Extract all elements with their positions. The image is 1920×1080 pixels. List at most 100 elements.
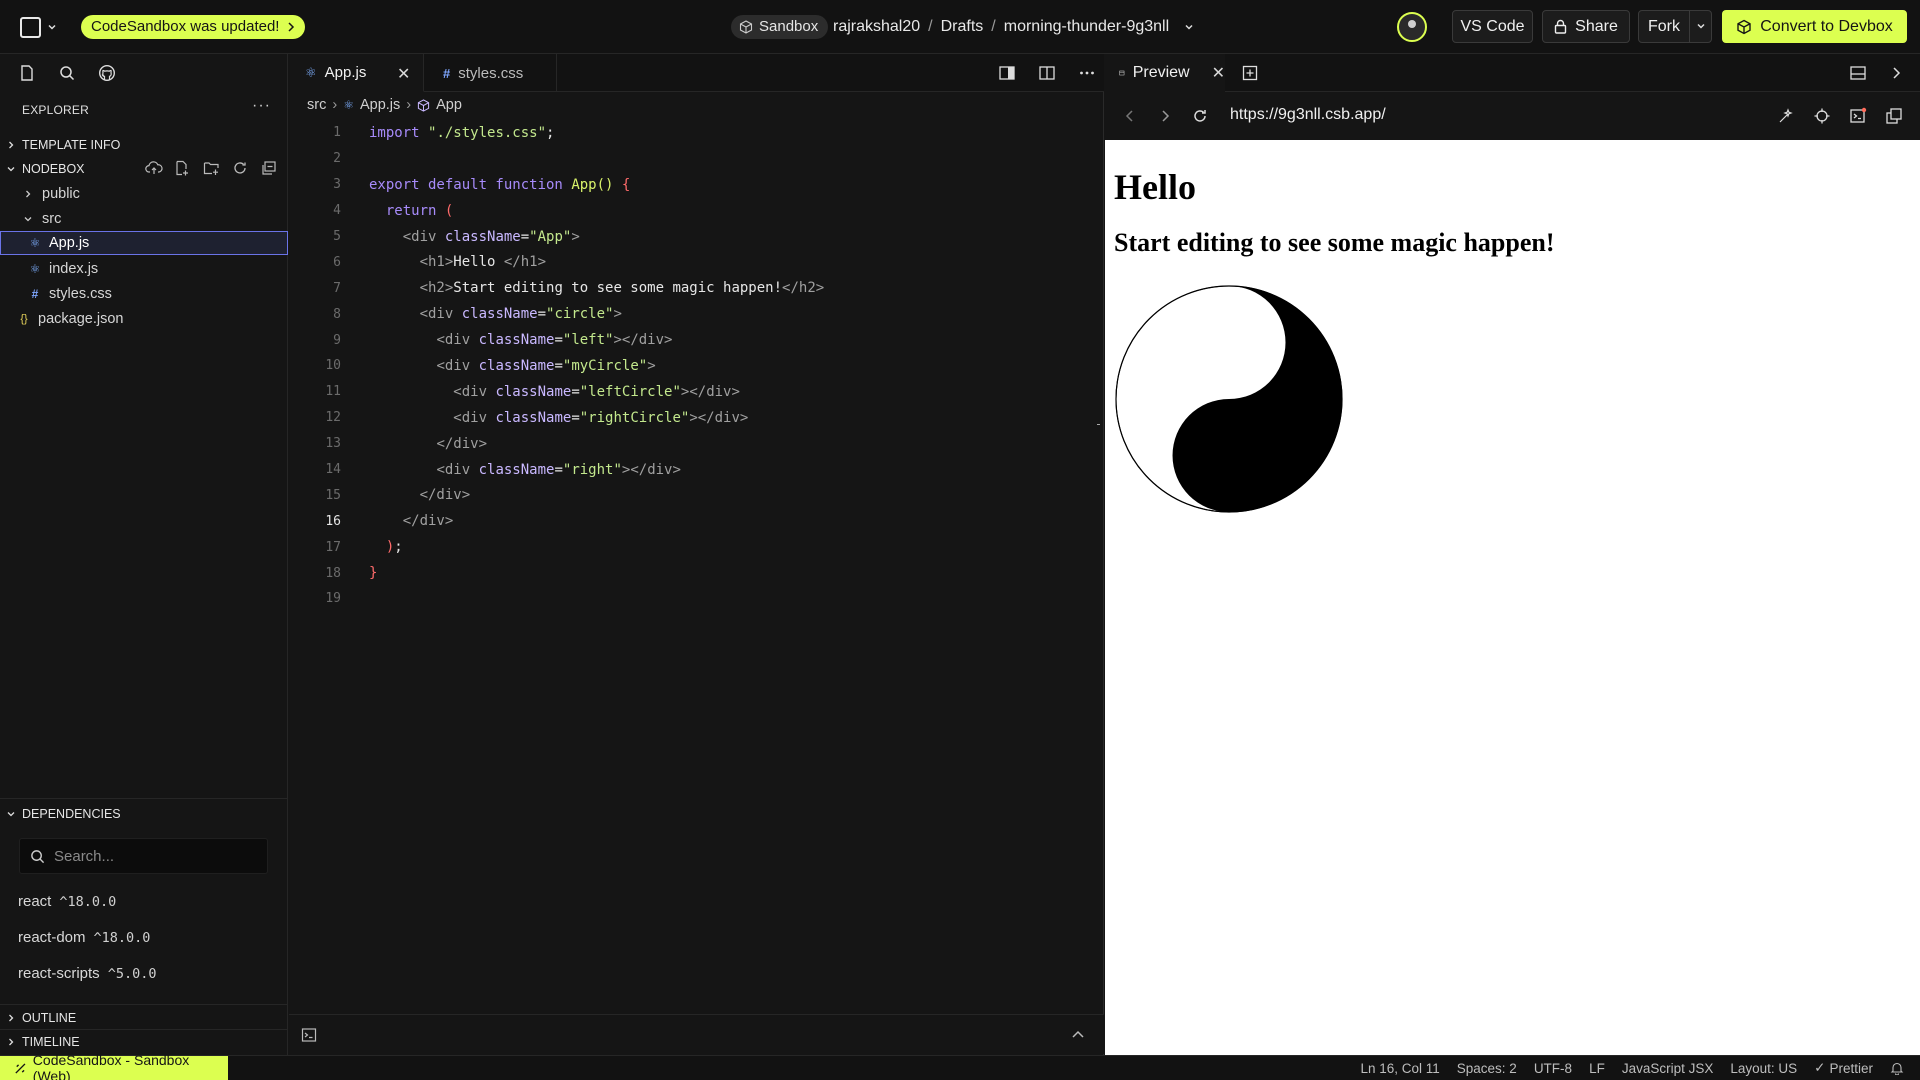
dependency-item-react[interactable]: react ^18.0.0	[18, 893, 116, 910]
convert-to-devbox-button[interactable]: Convert to Devbox	[1722, 10, 1907, 43]
preview-url-bar: https://9g3nll.csb.app/	[1105, 92, 1920, 140]
dependency-search-input[interactable]	[54, 847, 254, 865]
sandbox-breadcrumb: rajrakshal20 / Drafts / morning-thunder-…	[833, 14, 1195, 40]
cube-icon	[739, 20, 753, 34]
back-arrow-icon[interactable]	[1121, 107, 1139, 125]
chevron-right-icon	[0, 140, 22, 150]
breadcrumb-symbol[interactable]: App	[436, 97, 462, 113]
line-number: 8	[333, 306, 341, 322]
sandbox-menu-chevron-icon[interactable]	[1183, 21, 1195, 33]
line-number: 16	[325, 513, 341, 529]
line-number: 2	[333, 151, 341, 167]
breadcrumb-file[interactable]: App.js	[360, 97, 400, 113]
keyboard-layout[interactable]: Layout: US	[1730, 1061, 1797, 1076]
cloud-upload-icon[interactable]	[145, 160, 163, 178]
breadcrumb-folder[interactable]: Drafts	[941, 14, 984, 40]
code-line: 5 <div className="App">	[289, 224, 1104, 250]
tab-preview[interactable]: Preview ✕	[1105, 54, 1225, 92]
status-bar: CodeSandbox - Sandbox (Web) Ln 16, Col 1…	[0, 1052, 1920, 1080]
close-icon[interactable]: ✕	[397, 64, 410, 84]
open-in-new-window-icon[interactable]	[1885, 107, 1903, 125]
chevron-right-icon[interactable]	[1887, 64, 1905, 82]
timeline-section[interactable]: TIMELINE	[0, 1031, 288, 1053]
end-of-line[interactable]: LF	[1589, 1061, 1605, 1076]
fork-button[interactable]: Fork	[1638, 10, 1712, 43]
new-file-icon[interactable]	[174, 160, 192, 178]
collapse-all-icon[interactable]	[261, 160, 279, 178]
breadcrumb-folder[interactable]: src	[307, 97, 326, 113]
tree-item-package-json[interactable]: {} package.json	[0, 306, 288, 331]
prettier-status[interactable]: ✓ Prettier	[1814, 1060, 1873, 1076]
new-folder-icon[interactable]	[203, 160, 221, 178]
dependency-item-react-scripts[interactable]: react-scripts ^5.0.0	[18, 965, 156, 982]
dependency-version: ^5.0.0	[107, 966, 157, 982]
preview-url[interactable]: https://9g3nll.csb.app/	[1230, 106, 1386, 124]
line-number: 19	[325, 591, 341, 607]
fork-options-chevron-icon[interactable]	[1695, 20, 1707, 32]
tree-item-app-js[interactable]: ⚛ App.js	[0, 231, 288, 255]
dependency-item-react-dom[interactable]: react-dom ^18.0.0	[18, 929, 150, 946]
code-line: 15 </div>	[289, 482, 1104, 508]
workspace-menu-button[interactable]	[20, 15, 60, 39]
cursor-position[interactable]: Ln 16, Col 11	[1360, 1061, 1439, 1076]
preview-tabs: Preview ✕	[1105, 54, 1920, 92]
split-editor-icon[interactable]	[1038, 64, 1056, 82]
reload-icon[interactable]	[1191, 107, 1209, 125]
tree-item-styles-css[interactable]: # styles.css	[0, 281, 288, 306]
refresh-icon[interactable]	[232, 160, 250, 178]
line-number: 11	[325, 384, 341, 400]
indentation[interactable]: Spaces: 2	[1457, 1061, 1517, 1076]
tree-item-label: styles.css	[49, 285, 112, 302]
code-area[interactable]: 1 import "./styles.css"; 2 3 export defaul…	[289, 120, 1104, 612]
encoding[interactable]: UTF-8	[1534, 1061, 1572, 1076]
outline-section[interactable]: OUTLINE	[0, 1007, 288, 1029]
bell-icon[interactable]	[1890, 1061, 1904, 1075]
close-icon[interactable]: ✕	[1212, 63, 1225, 83]
user-avatar[interactable]	[1397, 12, 1427, 42]
share-button[interactable]: Share	[1542, 10, 1630, 43]
tree-item-public[interactable]: public	[0, 181, 288, 206]
preview-heading: Hello	[1114, 167, 1196, 207]
github-icon[interactable]	[98, 64, 118, 84]
breadcrumb-sandbox-name[interactable]: morning-thunder-9g3nll	[1004, 14, 1169, 40]
terminal-icon[interactable]	[301, 1027, 317, 1043]
line-number: 6	[333, 254, 341, 270]
line-number: 12	[325, 410, 341, 426]
open-in-vscode-button[interactable]: VS Code	[1452, 10, 1533, 43]
breadcrumb-user[interactable]: rajrakshal20	[833, 14, 920, 40]
chevron-up-icon[interactable]	[1071, 1028, 1085, 1042]
inspect-crosshair-icon[interactable]	[1813, 107, 1831, 125]
preview-tools	[1777, 107, 1903, 125]
explorer-more-icon[interactable]: ···	[252, 97, 271, 115]
remote-indicator[interactable]: CodeSandbox - Sandbox (Web)	[0, 1052, 228, 1080]
tab-styles-css[interactable]: # styles.css	[425, 54, 557, 92]
code-line: 7 <h2>Start editing to see some magic ha…	[289, 275, 1104, 301]
dependencies-section[interactable]: DEPENDENCIES	[0, 803, 288, 825]
editor-breadcrumb: src › ⚛ App.js › App	[307, 97, 462, 113]
tab-app-js[interactable]: ⚛ App.js ✕	[289, 54, 424, 92]
browser-window-icon	[1119, 70, 1125, 76]
update-notice-pill[interactable]: CodeSandbox was updated!	[81, 15, 306, 39]
nodebox-label: NODEBOX	[22, 162, 85, 176]
template-info-section[interactable]: TEMPLATE INFO	[0, 134, 288, 156]
files-icon[interactable]	[18, 64, 38, 84]
sparkle-magic-icon[interactable]	[1777, 107, 1795, 125]
more-actions-icon[interactable]	[1078, 64, 1096, 82]
tree-item-label: index.js	[49, 260, 99, 277]
add-tab-icon[interactable]	[1241, 64, 1259, 82]
tree-item-src[interactable]: src	[0, 206, 288, 231]
tab-label: Preview	[1132, 64, 1190, 81]
forward-arrow-icon[interactable]	[1156, 107, 1174, 125]
tree-item-index-js[interactable]: ⚛ index.js	[0, 256, 288, 281]
editor-tabs: ⚛ App.js ✕ # styles.css	[289, 54, 1104, 92]
preview-frame[interactable]: Hello Start editing to see some magic ha…	[1105, 140, 1920, 1055]
language-mode[interactable]: JavaScript JSX	[1622, 1061, 1714, 1076]
toggle-panel-layout-icon[interactable]	[1849, 64, 1867, 82]
toggle-secondary-sidebar-icon[interactable]	[998, 64, 1016, 82]
divider	[0, 798, 288, 799]
timeline-label: TIMELINE	[22, 1035, 80, 1049]
nodebox-toolbar	[145, 160, 279, 178]
cube-icon	[1737, 19, 1751, 34]
console-icon[interactable]	[1849, 107, 1867, 125]
search-icon[interactable]	[58, 64, 78, 84]
